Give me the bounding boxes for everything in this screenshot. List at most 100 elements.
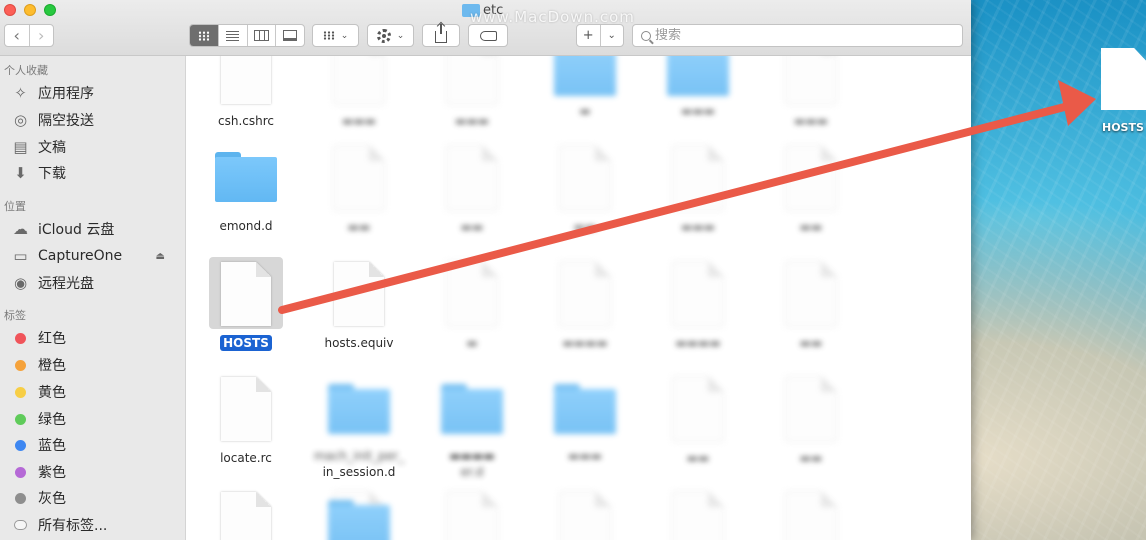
sidebar-tag-all[interactable]: 所有标签... bbox=[11, 514, 181, 536]
sidebar-tag-red[interactable]: 红色 bbox=[11, 327, 181, 349]
sidebar-tag-blue[interactable]: 蓝色 bbox=[11, 434, 181, 456]
sidebar-item-icloud[interactable]: ☁ iCloud 云盘 bbox=[11, 218, 181, 240]
sidebar-item-label: 远程光盘 bbox=[38, 276, 94, 292]
folder-item[interactable]: ▬▬▬ bbox=[530, 384, 640, 464]
folder-item[interactable]: ▬▬▬ bbox=[643, 56, 753, 119]
zoom-window-button[interactable] bbox=[44, 4, 56, 16]
sidebar-item-label: 灰色 bbox=[38, 491, 66, 507]
sidebar-item-label: 文稿 bbox=[38, 140, 66, 156]
file-name-blurred: ▬▬ bbox=[799, 220, 823, 234]
close-window-button[interactable] bbox=[4, 4, 16, 16]
sidebar-item-documents[interactable]: ▤ 文稿 bbox=[11, 136, 181, 158]
sidebar-item-label: 所有标签... bbox=[38, 518, 108, 534]
folder-item[interactable]: ▬▬▬▬ er.d bbox=[417, 384, 527, 480]
file-item[interactable]: ▬▬▬ bbox=[756, 56, 866, 129]
folder-item[interactable]: mach_init_per_ in_session.d bbox=[304, 384, 414, 480]
search-input[interactable] bbox=[655, 28, 945, 43]
action-button[interactable]: ⌄ bbox=[367, 24, 414, 47]
minimize-window-button[interactable] bbox=[24, 4, 36, 16]
add-menu-button[interactable]: ⌄ bbox=[599, 25, 624, 46]
document-icon bbox=[446, 492, 498, 540]
file-name-blurred: ▬▬▬ bbox=[680, 104, 715, 118]
document-icon bbox=[1101, 48, 1146, 110]
sidebar-item-label: 橙色 bbox=[38, 358, 66, 374]
arrange-button[interactable]: ⌄ bbox=[312, 24, 359, 47]
sidebar-item-label: 黄色 bbox=[38, 385, 66, 401]
file-item[interactable]: ▬▬▬ bbox=[643, 146, 753, 235]
file-name: emond.d bbox=[219, 219, 273, 233]
add-new-button[interactable]: + bbox=[577, 25, 600, 46]
sidebar-item-airdrop[interactable]: ◎ 隔空投送 bbox=[11, 109, 181, 131]
folder-item[interactable]: ▬ bbox=[530, 56, 640, 119]
file-item-hosts[interactable]: HOSTS bbox=[191, 262, 301, 351]
file-item[interactable]: ▬▬ bbox=[756, 146, 866, 235]
file-item[interactable]: ▬▬▬ bbox=[417, 56, 527, 129]
file-item[interactable]: locate.rc bbox=[191, 377, 301, 466]
tag-button[interactable] bbox=[468, 24, 508, 47]
file-name-blurred: ▬▬ bbox=[347, 220, 371, 234]
file-name-blurred: ▬▬▬▬ bbox=[562, 336, 608, 350]
add-button: + ⌄ bbox=[576, 24, 624, 47]
file-item[interactable]: csh.cshrc bbox=[191, 56, 301, 129]
column-view-button[interactable] bbox=[246, 25, 276, 46]
desktop-hosts-file[interactable]: HOSTS bbox=[1094, 48, 1146, 134]
file-item[interactable]: ▬▬▬▬ bbox=[643, 262, 753, 351]
icon-view-button[interactable] bbox=[190, 25, 218, 46]
list-view-button[interactable] bbox=[217, 25, 247, 46]
file-grid: csh.cshrc ▬▬▬ ▬▬▬ ▬ ▬▬▬ ▬▬▬ emond.d ▬▬ ▬… bbox=[187, 56, 971, 540]
file-item[interactable] bbox=[417, 492, 527, 540]
folder-item[interactable]: emond.d bbox=[191, 152, 301, 234]
file-item[interactable]: ▬▬ bbox=[643, 377, 753, 466]
file-item[interactable]: ▬▬ bbox=[530, 146, 640, 235]
sidebar-item-downloads[interactable]: ⬇ 下载 bbox=[11, 162, 181, 184]
sidebar-tag-gray[interactable]: 灰色 bbox=[11, 487, 181, 509]
gray-tag-icon bbox=[15, 492, 26, 504]
file-item[interactable]: ▬▬ bbox=[756, 377, 866, 466]
document-icon bbox=[559, 146, 611, 212]
sidebar-item-applications[interactable]: ✧ 应用程序 bbox=[11, 82, 181, 104]
disk-icon: ▭ bbox=[13, 247, 28, 265]
file-item[interactable]: ▬▬ bbox=[756, 262, 866, 351]
sidebar-item-captureone[interactable]: ▭ CaptureOne ⏏ bbox=[11, 245, 181, 267]
share-button[interactable] bbox=[422, 24, 460, 47]
search-field[interactable] bbox=[632, 24, 963, 47]
back-button[interactable]: ‹ bbox=[5, 25, 29, 46]
file-item[interactable]: ▬▬ bbox=[417, 146, 527, 235]
downloads-icon: ⬇ bbox=[14, 164, 27, 182]
file-name-blurred: ▬▬ bbox=[460, 220, 484, 234]
file-name-blurred: ▬▬▬ bbox=[567, 449, 602, 463]
view-mode-group bbox=[189, 24, 305, 47]
blue-tag-icon bbox=[15, 439, 26, 451]
file-item[interactable]: hosts.equiv bbox=[304, 262, 414, 351]
forward-button[interactable]: › bbox=[28, 25, 54, 46]
folder-icon bbox=[441, 384, 503, 434]
gallery-view-button[interactable] bbox=[275, 25, 304, 46]
sidebar-tag-purple[interactable]: 紫色 bbox=[11, 461, 181, 483]
sidebar-item-remote-disc[interactable]: ◉ 远程光盘 bbox=[11, 272, 181, 294]
purple-tag-icon bbox=[15, 466, 26, 478]
eject-icon[interactable]: ⏏ bbox=[156, 251, 165, 262]
document-icon bbox=[220, 492, 272, 540]
file-item[interactable] bbox=[530, 492, 640, 540]
sidebar-tag-green[interactable]: 绿色 bbox=[11, 408, 181, 430]
file-item[interactable]: ▬▬▬ bbox=[304, 56, 414, 129]
file-item[interactable] bbox=[191, 492, 301, 540]
file-item[interactable] bbox=[643, 492, 753, 540]
folder-item[interactable] bbox=[304, 500, 414, 540]
file-name-blurred: ▬▬▬ bbox=[341, 114, 376, 128]
sidebar-tag-orange[interactable]: 橙色 bbox=[11, 354, 181, 376]
file-item[interactable] bbox=[756, 492, 866, 540]
file-item[interactable]: ▬ bbox=[417, 262, 527, 351]
file-name-blurred: ▬▬ bbox=[686, 451, 710, 465]
file-item[interactable]: ▬▬▬▬ bbox=[530, 262, 640, 351]
sidebar-item-label: 隔空投送 bbox=[38, 113, 94, 129]
document-icon bbox=[446, 146, 498, 212]
document-icon bbox=[559, 492, 611, 540]
gallery-icon bbox=[283, 30, 298, 41]
sidebar-section-locations: 位置 bbox=[4, 200, 26, 213]
gear-icon bbox=[376, 28, 391, 43]
title-bar: etc www.MacDown.com ‹ › ⌄ ⌄ + ⌄ 搜索 bbox=[0, 0, 971, 56]
document-icon bbox=[785, 262, 837, 328]
file-item[interactable]: ▬▬ bbox=[304, 146, 414, 235]
sidebar-tag-yellow[interactable]: 黄色 bbox=[11, 381, 181, 403]
